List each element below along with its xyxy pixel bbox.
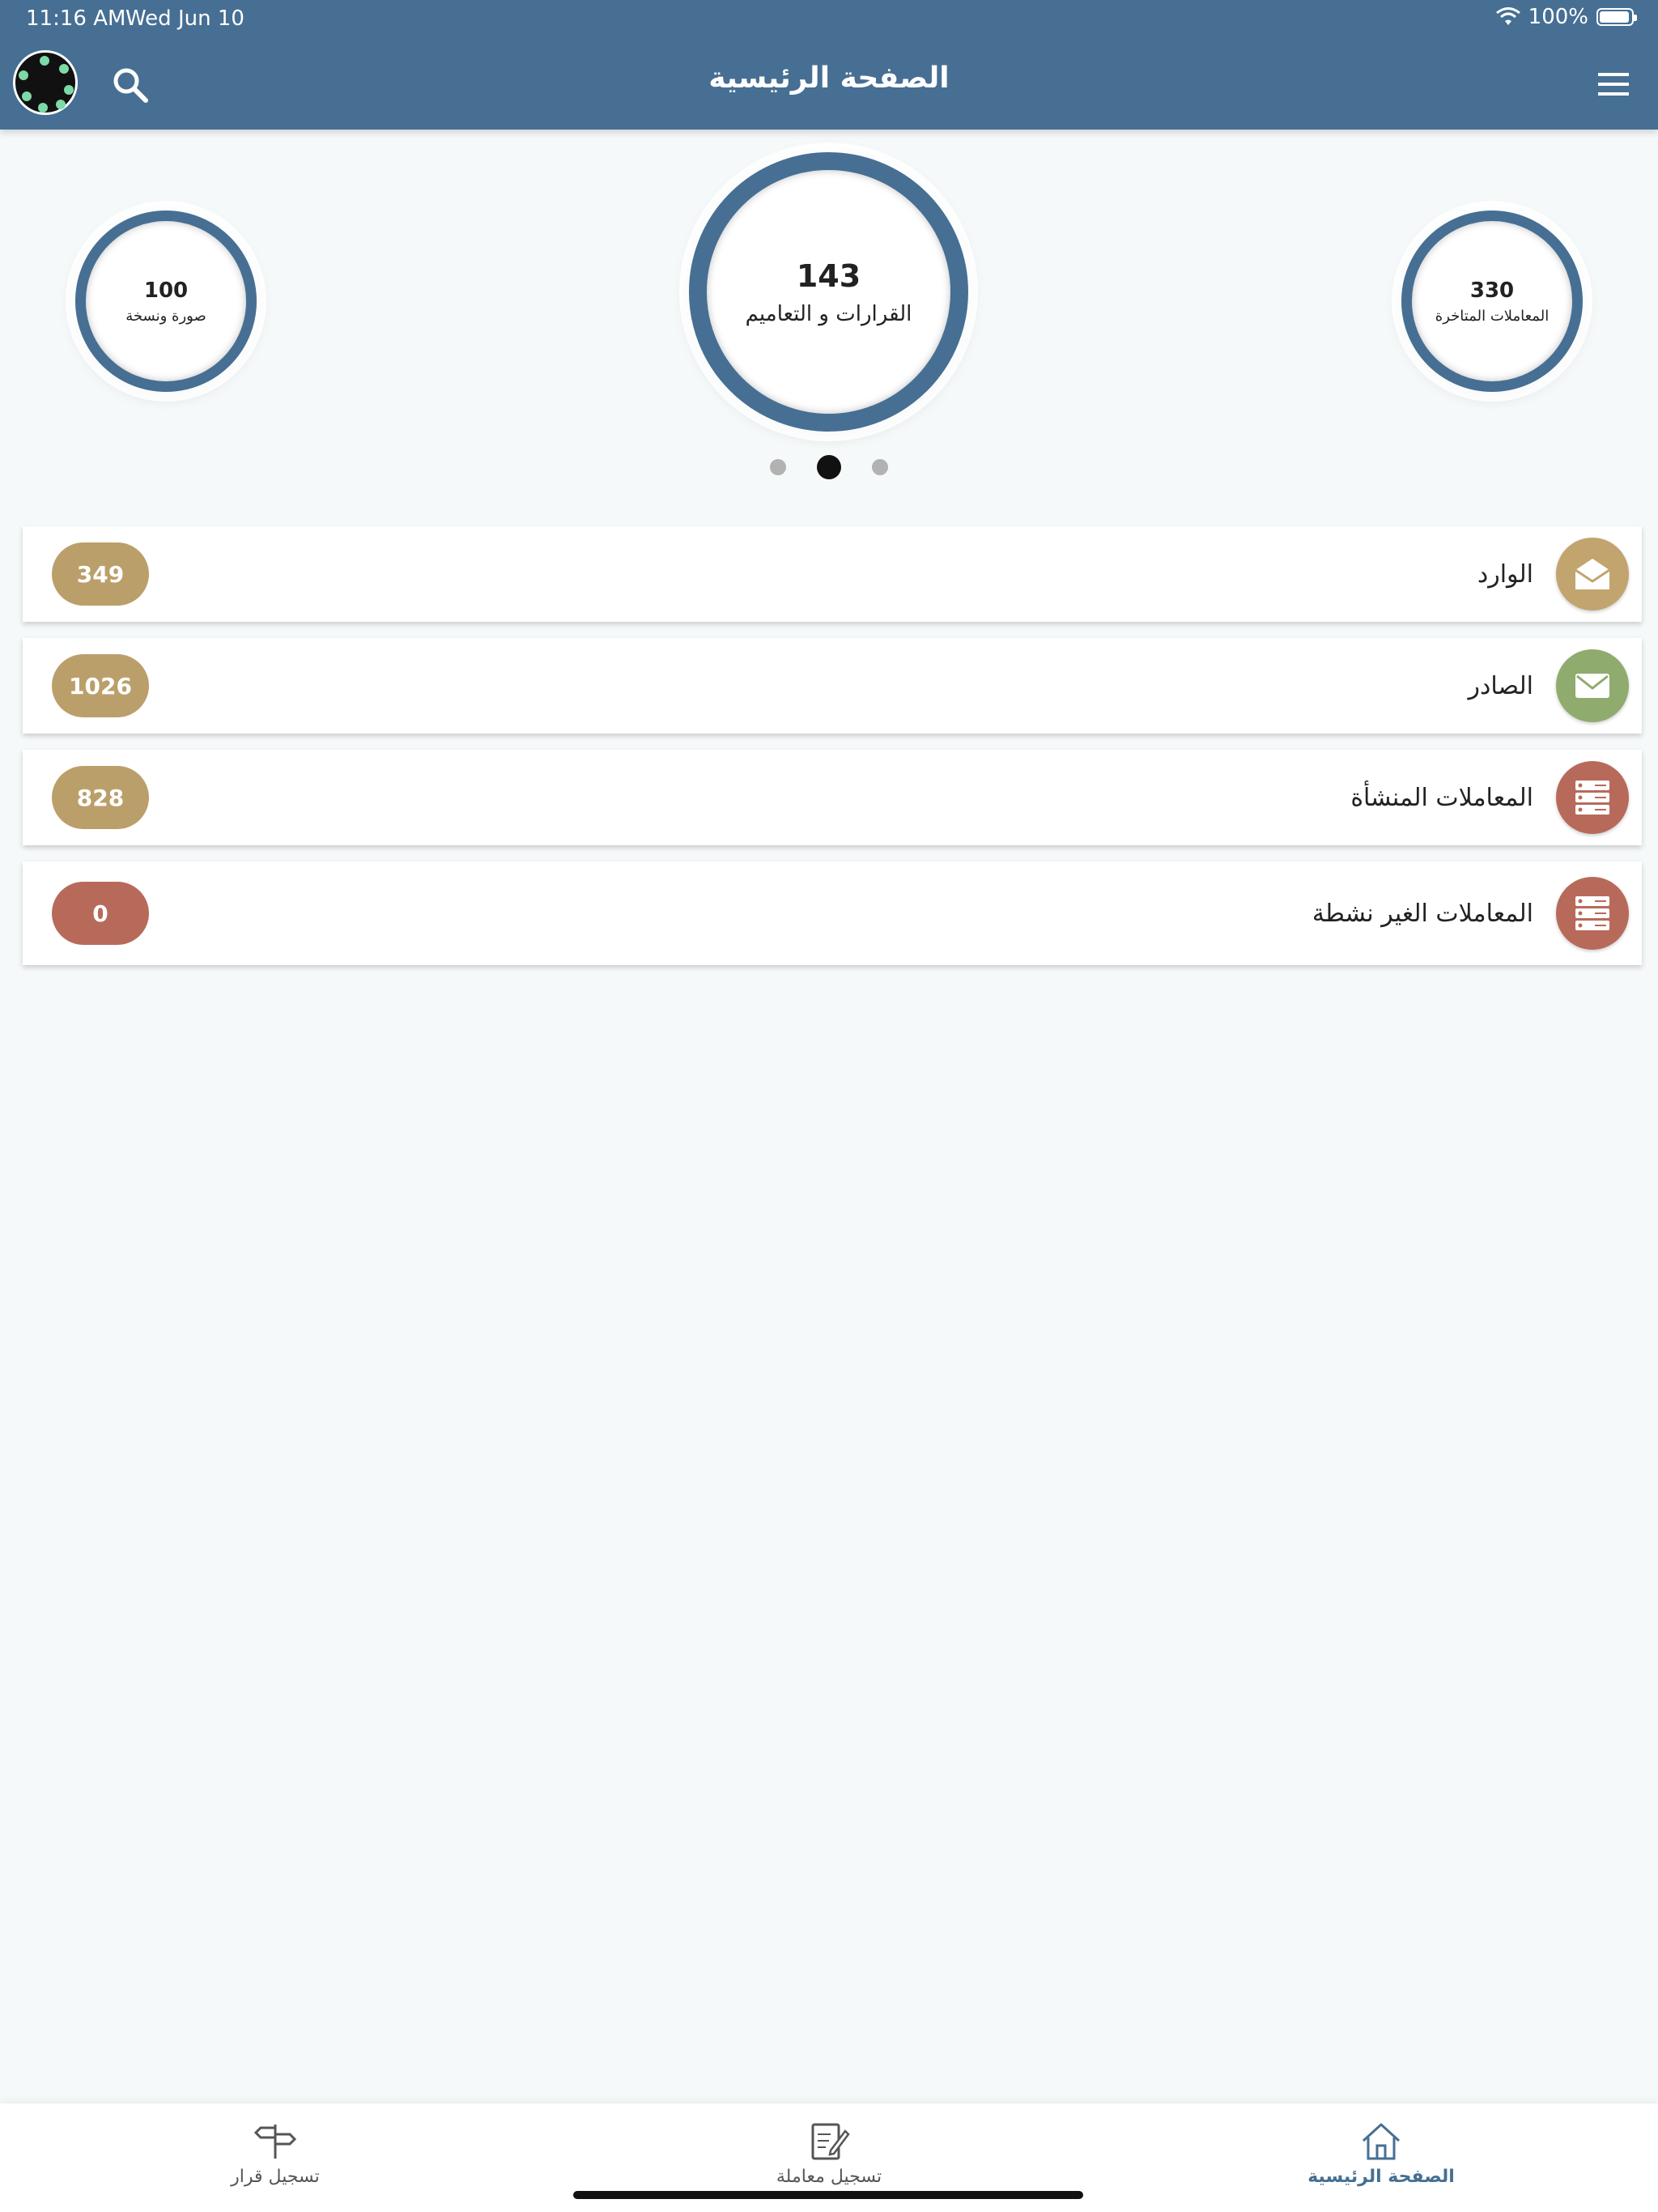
stat-value: 143 xyxy=(796,257,861,294)
stat-ring-copies[interactable]: 100 صورة ونسخة xyxy=(75,211,257,392)
tab-home[interactable]: الصفحة الرئيسية xyxy=(1260,2120,1503,2187)
list-item-outgoing[interactable]: الصادر 1026 xyxy=(23,638,1642,734)
stat-ring-decisions[interactable]: 143 القرارات و التعاميم xyxy=(689,152,968,432)
count-badge: 349 xyxy=(52,542,149,606)
list-item-label: المعاملات المنشأة xyxy=(1350,783,1533,812)
list-item-incoming[interactable]: الوارد 349 xyxy=(23,526,1642,622)
page-dot[interactable] xyxy=(872,459,888,475)
status-time: 11:16 AM xyxy=(26,6,126,31)
list-item-label: المعاملات الغير نشطة xyxy=(1312,899,1533,928)
stat-value: 330 xyxy=(1469,278,1515,303)
list-item-created-transactions[interactable]: المعاملات المنشأة 828 xyxy=(23,750,1642,845)
page-dot[interactable] xyxy=(770,459,786,475)
stat-label: المعاملات المتاخرة xyxy=(1435,307,1550,325)
wifi-icon xyxy=(1495,7,1520,25)
hamburger-menu-icon[interactable] xyxy=(1593,68,1634,100)
tab-label: تسجيل معاملة xyxy=(776,2167,882,2187)
list-item-label: الصادر xyxy=(1468,671,1533,700)
tab-register-transaction[interactable]: تسجيل معاملة xyxy=(708,2120,950,2187)
page-indicator[interactable] xyxy=(0,455,1658,479)
stat-label: صورة ونسخة xyxy=(125,307,206,325)
battery-icon xyxy=(1596,8,1637,26)
envelope-open-icon xyxy=(1556,538,1629,610)
page-dot-active[interactable] xyxy=(817,455,841,479)
tab-label: تسجيل قرار xyxy=(231,2167,320,2187)
server-icon xyxy=(1556,877,1629,950)
stat-value: 100 xyxy=(143,278,189,303)
home-indicator xyxy=(573,2191,1083,2199)
page-title: الصفحة الرئيسية xyxy=(708,62,950,95)
stat-ring-delayed[interactable]: 330 المعاملات المتاخرة xyxy=(1401,211,1583,392)
edit-document-icon xyxy=(811,2123,850,2160)
signpost-icon xyxy=(253,2125,297,2159)
battery-percentage: 100% xyxy=(1528,5,1588,29)
status-right: 100% xyxy=(1495,5,1637,29)
status-date: Wed Jun 10 xyxy=(125,6,244,31)
list-item-label: الوارد xyxy=(1477,559,1533,589)
stat-label: القرارات و التعاميم xyxy=(745,301,912,326)
app-header: 11:16 AM Wed Jun 10 100% الصفحة الرئيسية xyxy=(0,0,1658,130)
count-badge: 1026 xyxy=(52,654,149,717)
count-badge: 0 xyxy=(52,882,149,945)
envelope-icon xyxy=(1556,649,1629,722)
tab-register-decision[interactable]: تسجيل قرار xyxy=(154,2120,397,2187)
server-icon xyxy=(1556,761,1629,834)
tab-label: الصفحة الرئيسية xyxy=(1307,2167,1455,2187)
list-item-inactive-transactions[interactable]: المعاملات الغير نشطة 0 xyxy=(23,861,1642,965)
home-icon xyxy=(1362,2123,1401,2160)
count-badge: 828 xyxy=(52,766,149,829)
